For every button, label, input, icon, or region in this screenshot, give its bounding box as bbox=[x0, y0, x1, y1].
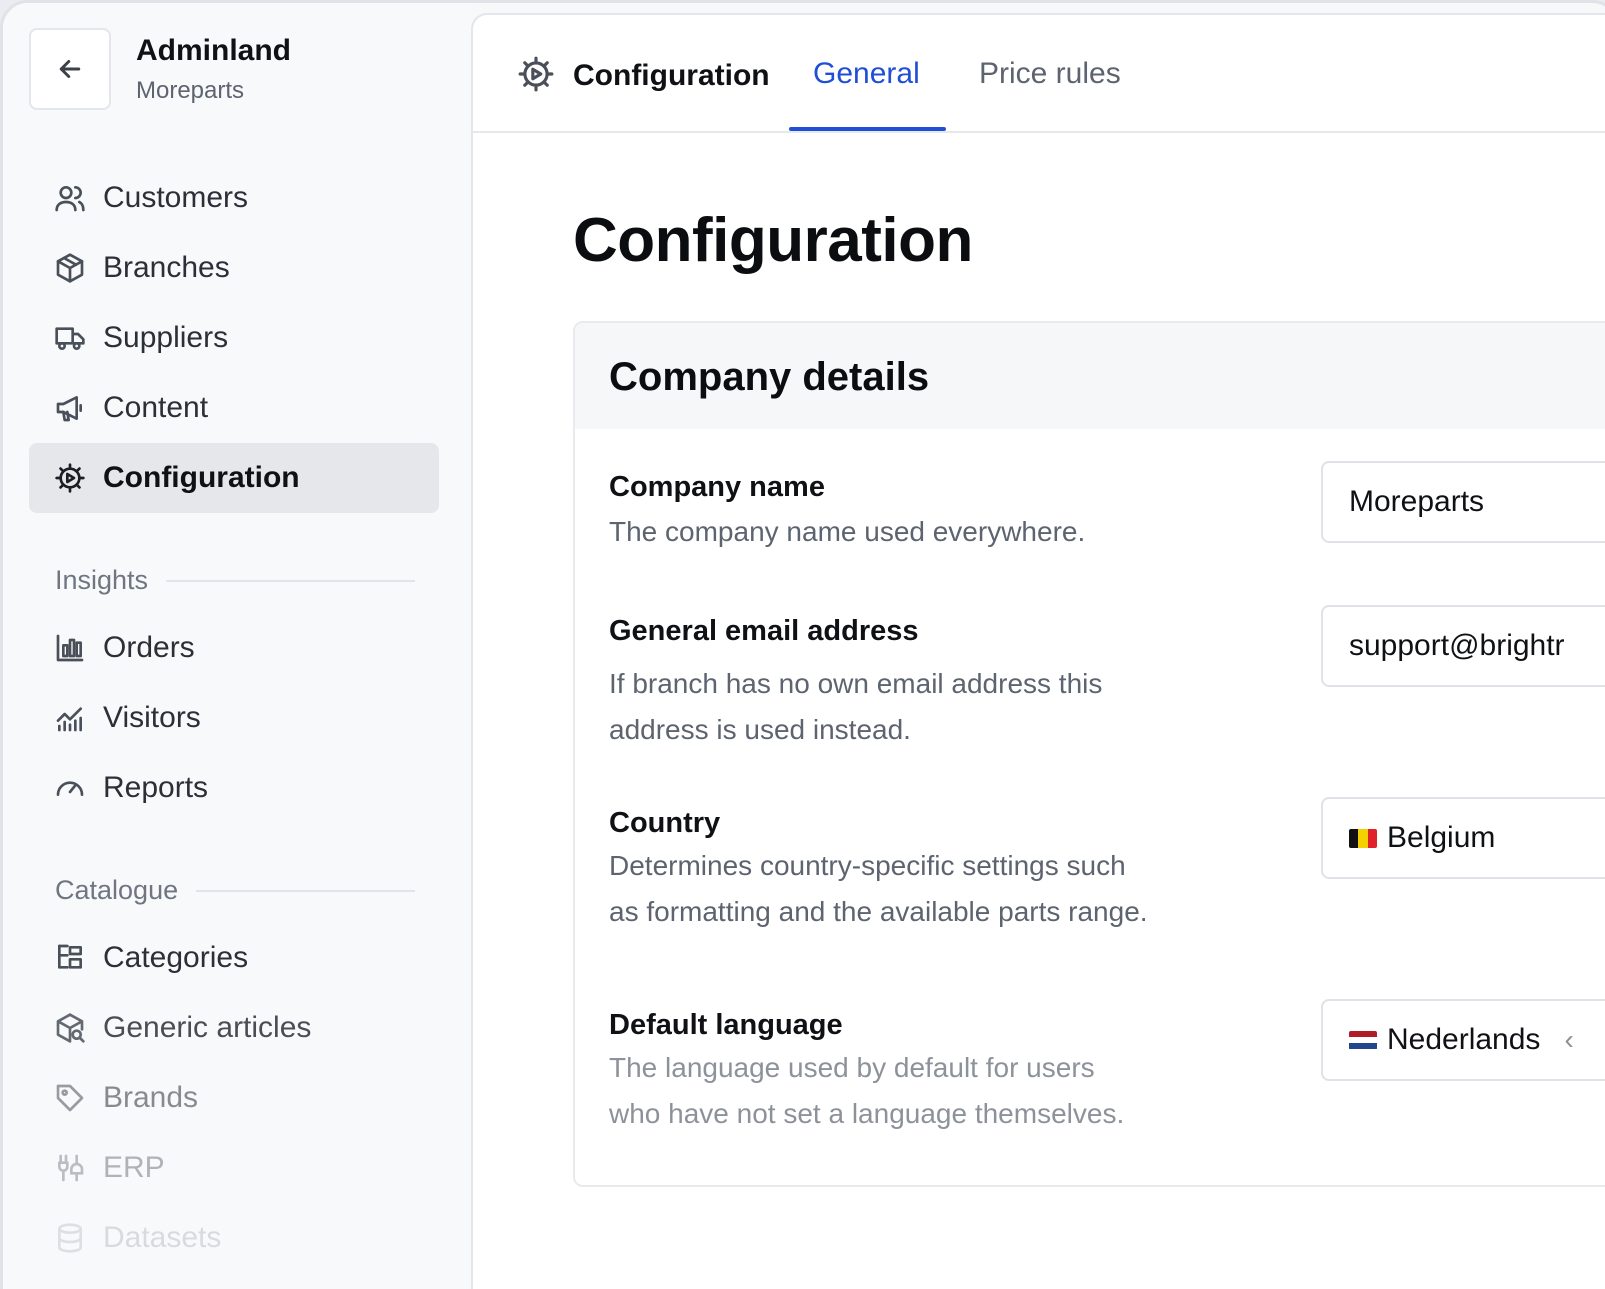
sidebar-item-reports[interactable]: Reports bbox=[29, 753, 439, 823]
trend-chart-icon bbox=[54, 702, 86, 734]
help-line: address is used instead. bbox=[609, 714, 911, 745]
sidebar-item-label: Visitors bbox=[103, 701, 201, 734]
section-title: Configuration bbox=[573, 59, 770, 92]
help-line: Determines country-specific settings suc… bbox=[609, 850, 1126, 881]
sidebar-item-label: Branches bbox=[103, 251, 230, 284]
help-line: as formatting and the available parts ra… bbox=[609, 896, 1148, 927]
sidebar-item-label: Configuration bbox=[103, 461, 300, 494]
sidebar-item-label: Content bbox=[103, 391, 209, 424]
divider bbox=[196, 889, 415, 892]
megaphone-icon bbox=[54, 392, 86, 424]
email-help: If branch has no own email address this … bbox=[609, 661, 1209, 753]
sidebar-item-configuration[interactable]: Configuration bbox=[29, 443, 439, 513]
email-field[interactable]: support@brightr bbox=[1321, 605, 1605, 687]
sidebar-item-datasets[interactable]: Datasets bbox=[29, 1203, 439, 1273]
sidebar-item-generic-articles[interactable]: Generic articles bbox=[29, 993, 439, 1063]
sidebar: Adminland Moreparts Customers Branches S… bbox=[3, 3, 471, 1289]
sidebar-item-brands[interactable]: Brands bbox=[29, 1063, 439, 1133]
help-line: who have not set a language themselves. bbox=[609, 1098, 1125, 1129]
select-value: Nederlands bbox=[1387, 1023, 1541, 1056]
sidebar-item-label: Brands bbox=[103, 1081, 199, 1114]
sidebar-item-visitors[interactable]: Visitors bbox=[29, 683, 439, 753]
main-panel: Configuration General Price rules Config… bbox=[471, 13, 1605, 1289]
chevron-updown-icon: ‹ bbox=[1564, 1024, 1574, 1055]
sidebar-item-suppliers[interactable]: Suppliers bbox=[29, 303, 439, 373]
sidebar-item-label: Suppliers bbox=[103, 321, 229, 354]
language-label: Default language bbox=[609, 1009, 843, 1041]
sidebar-item-customers[interactable]: Customers bbox=[29, 163, 439, 233]
belgium-flag-icon bbox=[1349, 828, 1377, 848]
sidebar-item-label: Reports bbox=[103, 771, 209, 804]
app-subtitle: Moreparts bbox=[136, 77, 245, 104]
tag-icon bbox=[54, 1082, 86, 1114]
back-button[interactable] bbox=[29, 28, 111, 110]
sidebar-item-categories[interactable]: Categories bbox=[29, 923, 439, 993]
section-heading-catalogue: Catalogue bbox=[55, 875, 415, 906]
company-name-label: Company name bbox=[609, 471, 825, 503]
active-tab-indicator bbox=[789, 127, 946, 131]
divider bbox=[166, 579, 415, 582]
database-icon bbox=[54, 1222, 86, 1254]
netherlands-flag-icon bbox=[1349, 1030, 1377, 1050]
sidebar-item-orders[interactable]: Orders bbox=[29, 613, 439, 683]
sidebar-item-content[interactable]: Content bbox=[29, 373, 439, 443]
tab-price-rules[interactable]: Price rules bbox=[979, 57, 1121, 91]
truck-icon bbox=[54, 322, 86, 354]
input-value: support@brightr bbox=[1349, 629, 1565, 662]
company-details-card: Company details Company name The company… bbox=[573, 321, 1605, 1187]
bar-chart-icon bbox=[54, 632, 86, 664]
input-value: Moreparts bbox=[1349, 485, 1485, 518]
company-name-input[interactable]: Moreparts bbox=[1321, 461, 1605, 543]
email-label: General email address bbox=[609, 615, 919, 647]
tree-icon bbox=[54, 942, 86, 974]
sidebar-item-erp[interactable]: ERP bbox=[29, 1133, 439, 1203]
section-heading-insights: Insights bbox=[55, 565, 415, 596]
page-title: Configuration bbox=[573, 206, 973, 275]
country-select[interactable]: Belgium bbox=[1321, 797, 1605, 879]
top-bar: Configuration General Price rules bbox=[473, 15, 1605, 133]
section-label: Catalogue bbox=[55, 875, 179, 905]
country-help: Determines country-specific settings suc… bbox=[609, 843, 1209, 935]
gauge-icon bbox=[54, 772, 86, 804]
box-icon bbox=[54, 252, 86, 284]
arrow-left-icon bbox=[59, 60, 81, 78]
card-header: Company details bbox=[575, 323, 1605, 429]
sidebar-item-label: Customers bbox=[103, 181, 249, 214]
sidebar-item-branches[interactable]: Branches bbox=[29, 233, 439, 303]
card-title: Company details bbox=[609, 355, 930, 399]
users-icon bbox=[54, 182, 86, 214]
help-line: The language used by default for users bbox=[609, 1052, 1095, 1083]
app-title: Adminland bbox=[136, 34, 291, 67]
sidebar-item-label: Datasets bbox=[103, 1221, 222, 1254]
gear-icon bbox=[54, 462, 86, 494]
app-window: Adminland Moreparts Customers Branches S… bbox=[0, 0, 1605, 1289]
box-search-icon bbox=[54, 1012, 86, 1044]
country-label: Country bbox=[609, 807, 721, 839]
section-label: Insights bbox=[55, 565, 149, 595]
plug-icon bbox=[54, 1152, 86, 1184]
gear-icon bbox=[517, 55, 555, 93]
sidebar-item-label: Categories bbox=[103, 941, 249, 974]
help-line: If branch has no own email address this bbox=[609, 668, 1103, 699]
sidebar-item-label: Orders bbox=[103, 631, 195, 664]
select-value: Belgium bbox=[1387, 821, 1496, 854]
company-name-help: The company name used everywhere. bbox=[609, 516, 1086, 547]
tab-general[interactable]: General bbox=[813, 57, 920, 91]
language-select[interactable]: Nederlands ‹ bbox=[1321, 999, 1605, 1081]
language-help: The language used by default for users w… bbox=[609, 1045, 1209, 1137]
sidebar-item-label: ERP bbox=[103, 1151, 165, 1184]
sidebar-item-label: Generic articles bbox=[103, 1011, 312, 1044]
